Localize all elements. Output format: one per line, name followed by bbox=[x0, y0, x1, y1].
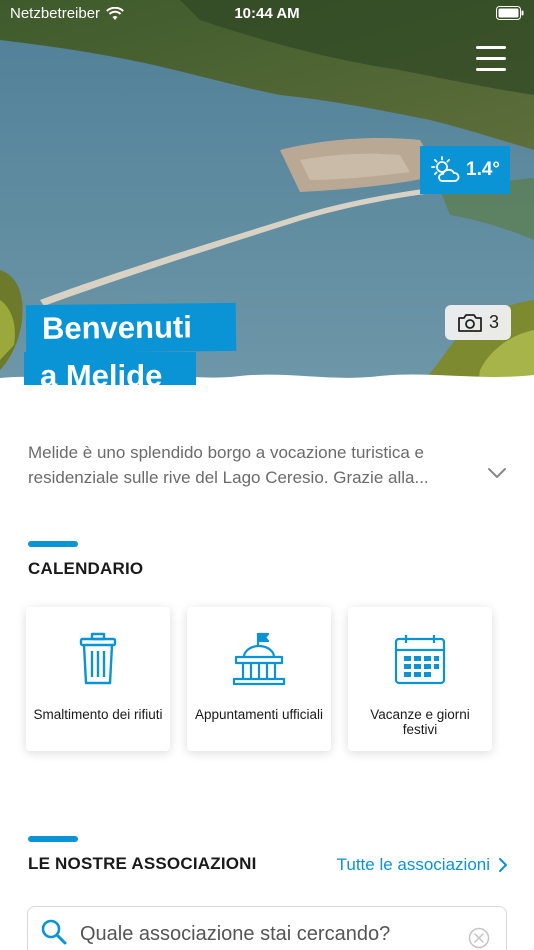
association-search-box[interactable] bbox=[27, 906, 507, 950]
chevron-right-icon bbox=[499, 858, 507, 872]
status-bar: Netzbetreiber 10:44 AM bbox=[0, 0, 534, 30]
weather-temperature: 1.4° bbox=[466, 159, 501, 180]
association-search-input[interactable] bbox=[80, 922, 450, 946]
hero-title-line-1: Benvenuti bbox=[25, 302, 237, 354]
calendar-cards: Smaltimento dei rifiuti Appuntamenti uff… bbox=[26, 607, 492, 751]
calendar-section-title: CALENDARIO bbox=[28, 559, 144, 578]
menu-bar bbox=[476, 46, 506, 49]
hero-banner: Netzbetreiber 10:44 AM 1.4° 3 Benvenuti … bbox=[0, 0, 534, 385]
menu-bar bbox=[476, 57, 506, 60]
hero-title: Benvenuti a Melide bbox=[24, 302, 237, 385]
battery-icon bbox=[496, 6, 524, 20]
section-accent-bar bbox=[28, 541, 78, 547]
sun-cloud-icon bbox=[431, 156, 460, 182]
photo-gallery-button[interactable]: 3 bbox=[445, 305, 511, 340]
card-label: Vacanze e giorni festivi bbox=[370, 707, 470, 737]
clear-icon[interactable] bbox=[468, 927, 490, 949]
town-hall-icon bbox=[232, 632, 286, 686]
trash-bin-icon bbox=[79, 632, 117, 685]
card-waste-disposal[interactable]: Smaltimento dei rifiuti bbox=[26, 607, 170, 751]
card-label: Smaltimento dei rifiuti bbox=[33, 707, 163, 722]
associations-section-title: LE NOSTRE ASSOCIAZIONI bbox=[28, 854, 257, 873]
hamburger-menu-button[interactable] bbox=[476, 46, 506, 74]
camera-icon bbox=[458, 313, 482, 332]
calendar-icon bbox=[394, 635, 446, 685]
weather-badge[interactable]: 1.4° bbox=[420, 146, 510, 194]
section-accent-bar bbox=[28, 836, 78, 842]
card-official-appointments[interactable]: Appuntamenti ufficiali bbox=[187, 607, 331, 751]
all-associations-label: Tutte le associazioni bbox=[336, 855, 490, 874]
menu-bar bbox=[476, 68, 506, 71]
hero-title-line-2: a Melide bbox=[24, 352, 196, 385]
card-label: Appuntamenti ufficiali bbox=[194, 707, 324, 722]
photo-count: 3 bbox=[488, 312, 499, 332]
chevron-down-icon[interactable] bbox=[486, 462, 508, 484]
search-icon bbox=[41, 919, 67, 945]
card-holidays[interactable]: Vacanze e giorni festivi bbox=[348, 607, 492, 751]
status-time: 10:44 AM bbox=[234, 5, 300, 22]
all-associations-link[interactable]: Tutte le associazioni bbox=[337, 855, 508, 875]
intro-text: Melide è uno splendido borgo a vocazione… bbox=[28, 443, 429, 487]
